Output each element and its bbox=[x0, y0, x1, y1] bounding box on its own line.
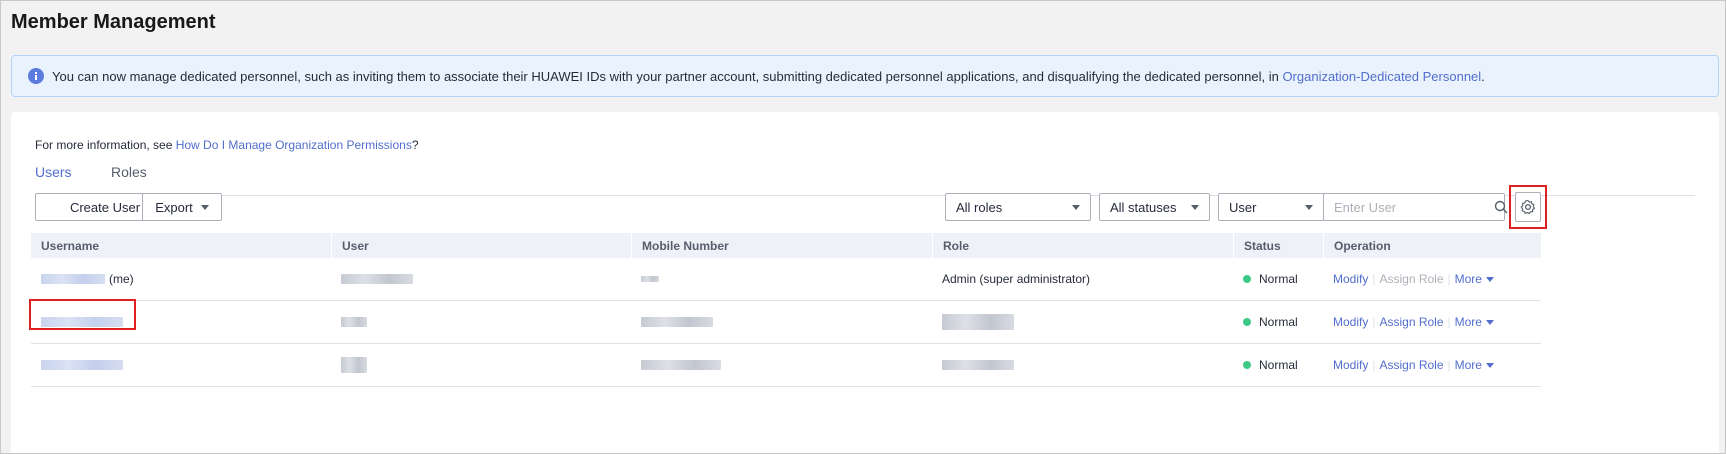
separator: | bbox=[1447, 315, 1451, 329]
more-label: More bbox=[1454, 358, 1482, 372]
redacted-value bbox=[641, 276, 659, 282]
header-mobile: Mobile Number bbox=[631, 233, 932, 258]
search-field-value: User bbox=[1229, 199, 1257, 215]
modify-link[interactable]: Modify bbox=[1333, 358, 1368, 372]
search-icon[interactable] bbox=[1494, 200, 1508, 214]
username-link[interactable] bbox=[41, 274, 105, 284]
redacted-value bbox=[641, 317, 713, 327]
assign-role-link[interactable]: Assign Role bbox=[1379, 358, 1443, 372]
header-role: Role bbox=[932, 233, 1233, 258]
caret-down-icon bbox=[1072, 204, 1080, 210]
status-filter-value: All statuses bbox=[1110, 199, 1177, 215]
more-label: More bbox=[1454, 315, 1482, 329]
username-cell bbox=[31, 344, 331, 386]
username-highlight-box bbox=[29, 299, 136, 330]
status-dot-icon bbox=[1243, 318, 1251, 326]
status-text: Normal bbox=[1259, 272, 1298, 286]
mobile-cell bbox=[631, 344, 932, 386]
tab-bar: Users Roles bbox=[35, 160, 1695, 196]
redacted-value bbox=[942, 314, 1014, 330]
header-user: User bbox=[331, 233, 631, 258]
search-field-select[interactable]: User bbox=[1218, 193, 1324, 221]
caret-down-icon bbox=[1485, 319, 1494, 325]
modify-link[interactable]: Modify bbox=[1333, 272, 1368, 286]
table-row: Normal Modify | Assign Role | More bbox=[31, 301, 1541, 344]
more-label: More bbox=[1454, 272, 1482, 286]
user-search-input[interactable] bbox=[1334, 199, 1494, 215]
manage-permissions-link[interactable]: How Do I Manage Organization Permissions bbox=[176, 138, 412, 152]
role-cell bbox=[932, 301, 1233, 343]
notice-text: You can now manage dedicated personnel, … bbox=[52, 68, 1283, 84]
redacted-value bbox=[942, 360, 1014, 370]
mobile-cell bbox=[631, 258, 932, 300]
caret-down-icon bbox=[1485, 276, 1494, 282]
users-table: Username User Mobile Number Role Status … bbox=[31, 233, 1541, 387]
table-row: Normal Modify | Assign Role | More bbox=[31, 344, 1541, 387]
status-text: Normal bbox=[1259, 358, 1298, 372]
roles-filter-select[interactable]: All roles bbox=[945, 193, 1091, 221]
modify-link[interactable]: Modify bbox=[1333, 315, 1368, 329]
username-cell: (me) bbox=[31, 258, 331, 300]
status-text: Normal bbox=[1259, 315, 1298, 329]
me-label: (me) bbox=[109, 272, 134, 286]
status-cell: Normal bbox=[1233, 258, 1323, 300]
caret-down-icon bbox=[200, 204, 209, 210]
assign-role-link-disabled: Assign Role bbox=[1379, 272, 1444, 286]
info-icon bbox=[28, 68, 44, 84]
redacted-value bbox=[641, 360, 721, 370]
status-cell: Normal bbox=[1233, 344, 1323, 386]
more-dropdown[interactable]: More bbox=[1455, 315, 1494, 329]
settings-highlight-box bbox=[1509, 185, 1547, 229]
redacted-value bbox=[341, 357, 367, 373]
status-dot-icon bbox=[1243, 361, 1251, 369]
username-link[interactable] bbox=[41, 360, 123, 370]
separator: | bbox=[1372, 272, 1376, 286]
more-dropdown[interactable]: More bbox=[1455, 358, 1494, 372]
assign-role-link[interactable]: Assign Role bbox=[1379, 315, 1443, 329]
caret-down-icon bbox=[1305, 204, 1313, 210]
separator: | bbox=[1447, 358, 1451, 372]
more-dropdown[interactable]: More bbox=[1455, 272, 1494, 286]
table-header: Username User Mobile Number Role Status … bbox=[31, 233, 1541, 258]
operation-cell: Modify | Assign Role | More bbox=[1323, 258, 1541, 300]
caret-down-icon bbox=[1191, 204, 1199, 210]
role-cell: Admin (super administrator) bbox=[942, 272, 1091, 286]
header-operation: Operation bbox=[1323, 233, 1541, 258]
help-suffix: ? bbox=[411, 138, 419, 152]
operation-cell: Modify | Assign Role | More bbox=[1323, 344, 1541, 386]
redacted-value bbox=[341, 317, 367, 327]
notice-suffix: . bbox=[1481, 68, 1485, 84]
header-username: Username bbox=[41, 238, 100, 253]
header-status: Status bbox=[1233, 233, 1323, 258]
separator: | bbox=[1372, 358, 1376, 372]
user-cell bbox=[331, 301, 631, 343]
info-notice: You can now manage dedicated personnel, … bbox=[11, 55, 1719, 97]
page-title: Member Management bbox=[11, 11, 216, 33]
separator: | bbox=[1447, 272, 1451, 286]
tab-roles[interactable]: Roles bbox=[111, 164, 147, 180]
status-dot-icon bbox=[1243, 275, 1251, 283]
help-text: For more information, see How Do I Manag… bbox=[35, 138, 419, 152]
dedicated-personnel-link[interactable]: Organization-Dedicated Personnel bbox=[1282, 69, 1481, 84]
role-cell bbox=[932, 344, 1233, 386]
caret-down-icon bbox=[1485, 362, 1494, 368]
status-filter-select[interactable]: All statuses bbox=[1099, 193, 1210, 221]
help-prefix: For more information, see bbox=[35, 138, 176, 152]
export-label: Export bbox=[155, 199, 193, 215]
user-search-box bbox=[1323, 193, 1508, 221]
main-panel: For more information, see How Do I Manag… bbox=[11, 112, 1719, 454]
mobile-cell bbox=[631, 301, 932, 343]
operation-cell: Modify | Assign Role | More bbox=[1323, 301, 1541, 343]
redacted-value bbox=[341, 274, 413, 284]
table-row: (me) Admin (super administrator) Normal … bbox=[31, 258, 1541, 301]
user-cell bbox=[331, 344, 631, 386]
export-button[interactable]: Export bbox=[142, 193, 222, 221]
separator: | bbox=[1372, 315, 1376, 329]
user-cell bbox=[331, 258, 631, 300]
tab-users[interactable]: Users bbox=[35, 164, 72, 180]
roles-filter-value: All roles bbox=[956, 199, 1003, 215]
status-cell: Normal bbox=[1233, 301, 1323, 343]
